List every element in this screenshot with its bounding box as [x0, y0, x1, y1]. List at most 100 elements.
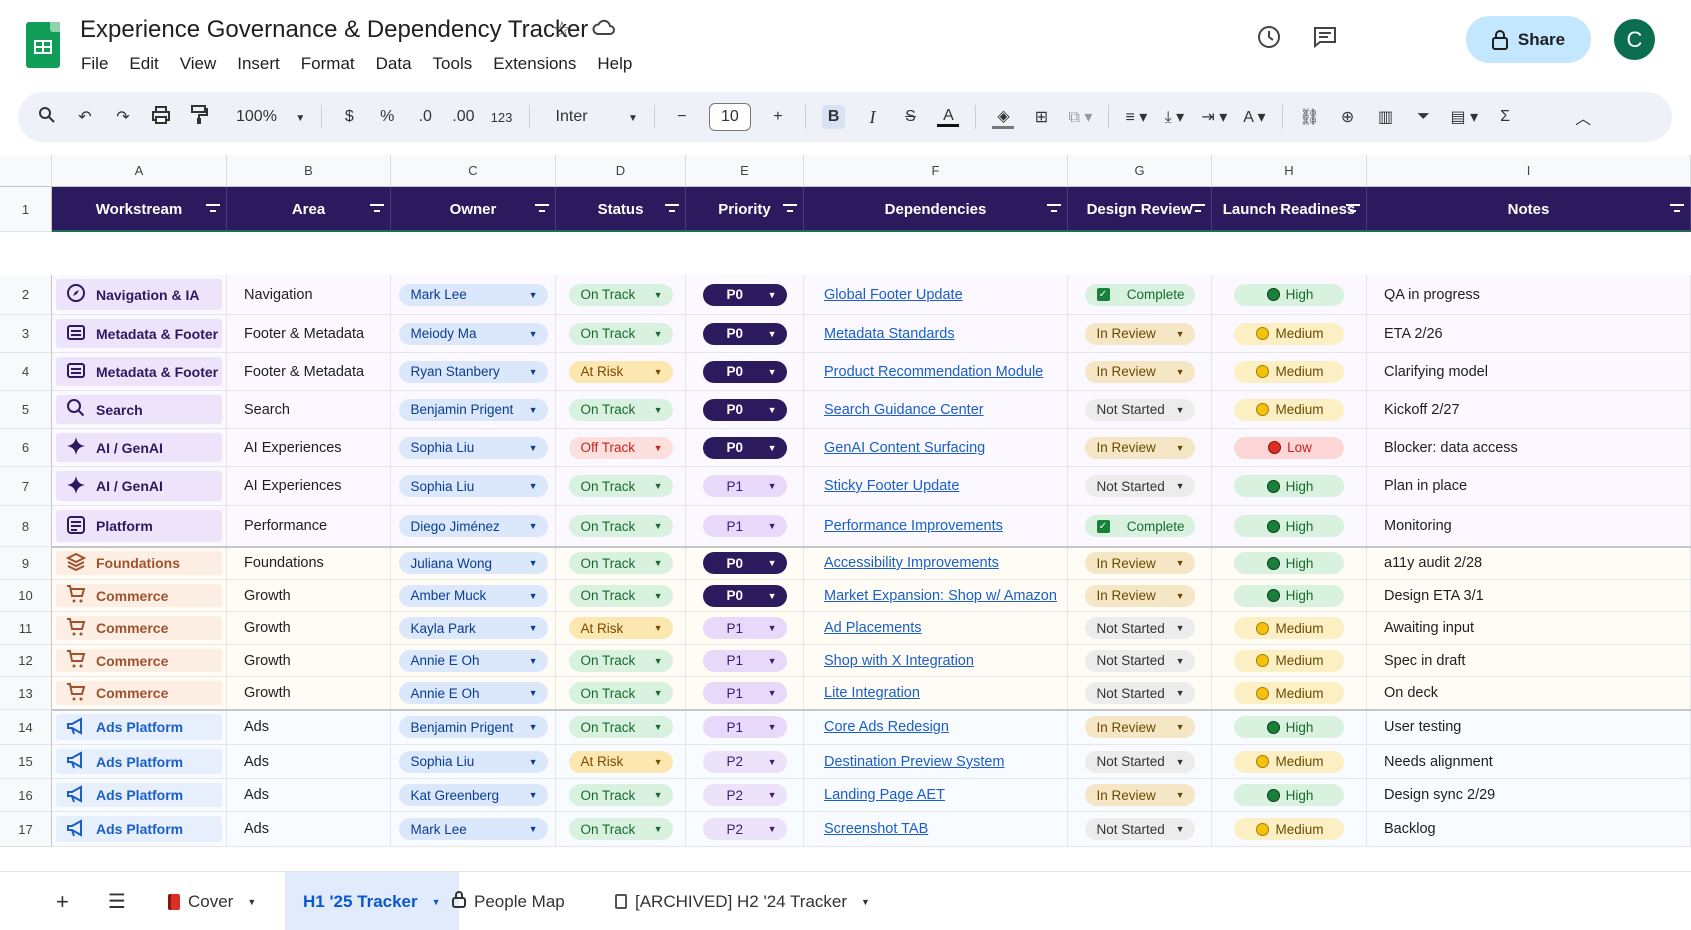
- workstream-pill[interactable]: Search: [56, 395, 222, 424]
- text-color-icon[interactable]: A: [937, 107, 960, 127]
- menu-item-view[interactable]: View: [180, 54, 217, 74]
- strikethrough-icon[interactable]: S: [899, 108, 921, 126]
- filter-icon[interactable]: [1670, 201, 1684, 215]
- status-dropdown[interactable]: On Track ▼: [568, 818, 673, 840]
- launch-readiness-chip[interactable]: Low: [1234, 436, 1344, 459]
- launch-readiness-chip[interactable]: Medium: [1234, 617, 1344, 639]
- status-dropdown[interactable]: On Track ▼: [568, 515, 673, 537]
- menu-item-help[interactable]: Help: [597, 54, 632, 74]
- launch-readiness-chip[interactable]: Medium: [1234, 360, 1344, 383]
- header-cell-area[interactable]: Area: [227, 187, 391, 232]
- filter-icon[interactable]: [783, 201, 797, 215]
- priority-dropdown[interactable]: P2 ▼: [702, 784, 787, 806]
- owner-dropdown[interactable]: Sophia Liu ▼: [398, 750, 548, 773]
- workstream-pill[interactable]: Commerce: [56, 616, 222, 640]
- column-header-b[interactable]: B: [227, 155, 391, 187]
- sheet-tab-1[interactable]: Cover ▼: [168, 872, 256, 930]
- row-header[interactable]: 4: [0, 353, 52, 391]
- priority-dropdown[interactable]: P1 ▼: [702, 617, 787, 639]
- launch-readiness-chip[interactable]: Medium: [1234, 649, 1344, 672]
- row-header[interactable]: 2: [0, 275, 52, 315]
- all-sheets-menu-icon[interactable]: ☰: [108, 872, 126, 930]
- dependency-link[interactable]: Sticky Footer Update: [804, 478, 959, 494]
- dependency-link[interactable]: Core Ads Redesign: [804, 719, 949, 735]
- horizontal-align-icon[interactable]: ≡ ▾: [1125, 107, 1147, 127]
- status-dropdown[interactable]: At Risk ▼: [568, 617, 673, 639]
- priority-dropdown[interactable]: P1 ▼: [702, 515, 787, 537]
- workstream-pill[interactable]: Ads Platform: [56, 816, 222, 842]
- row-header[interactable]: 9: [0, 547, 52, 580]
- priority-dropdown[interactable]: P1 ▼: [702, 716, 787, 738]
- add-sheet-button[interactable]: +: [56, 872, 69, 930]
- cloud-status-icon[interactable]: [592, 17, 616, 43]
- undo-icon[interactable]: ↶: [74, 107, 96, 127]
- workstream-pill[interactable]: Commerce: [56, 649, 222, 672]
- launch-readiness-chip[interactable]: Medium: [1234, 682, 1344, 704]
- header-cell-launch-readiness[interactable]: Launch Readiness: [1212, 187, 1367, 232]
- filter-icon[interactable]: [206, 201, 220, 215]
- filter-icon[interactable]: ⏷: [1413, 108, 1435, 126]
- row-header[interactable]: 8: [0, 506, 52, 547]
- design-review-dropdown[interactable]: Not Started ▼: [1084, 682, 1195, 704]
- launch-readiness-chip[interactable]: High: [1234, 784, 1344, 806]
- column-header-h[interactable]: H: [1212, 155, 1367, 187]
- workstream-pill[interactable]: Platform: [56, 510, 222, 542]
- dependency-link[interactable]: Ad Placements: [804, 620, 922, 636]
- status-dropdown[interactable]: On Track ▼: [568, 552, 673, 574]
- status-dropdown[interactable]: On Track ▼: [568, 784, 673, 806]
- header-cell-design-review[interactable]: Design Review: [1068, 187, 1212, 232]
- priority-dropdown[interactable]: P0 ▼: [702, 360, 787, 383]
- header-cell-status[interactable]: Status: [556, 187, 686, 232]
- percent-format-button[interactable]: %: [376, 108, 398, 126]
- dependency-link[interactable]: Search Guidance Center: [804, 402, 984, 418]
- design-review-dropdown[interactable]: In Review ▼: [1084, 322, 1195, 345]
- status-dropdown[interactable]: On Track ▼: [568, 475, 673, 497]
- dependency-link[interactable]: Shop with X Integration: [804, 653, 974, 669]
- dependency-link[interactable]: Lite Integration: [804, 685, 920, 701]
- header-cell-dependencies[interactable]: Dependencies: [804, 187, 1068, 232]
- priority-dropdown[interactable]: P2 ▼: [702, 818, 787, 840]
- search-menus-icon[interactable]: [36, 106, 58, 129]
- workstream-pill[interactable]: Ads Platform: [56, 749, 222, 774]
- owner-dropdown[interactable]: Annie E Oh ▼: [398, 649, 548, 672]
- redo-icon[interactable]: ↷: [112, 107, 134, 127]
- fill-color-icon[interactable]: ◈: [992, 106, 1015, 129]
- italic-button[interactable]: I: [861, 107, 883, 128]
- row-header[interactable]: 5: [0, 391, 52, 429]
- vertical-align-icon[interactable]: ⤓ ▾: [1163, 107, 1185, 127]
- design-review-dropdown[interactable]: Not Started ▼: [1084, 818, 1195, 840]
- dependency-link[interactable]: Metadata Standards: [804, 326, 955, 342]
- dependency-link[interactable]: Destination Preview System: [804, 754, 1005, 770]
- dependency-link[interactable]: GenAI Content Surfacing: [804, 440, 985, 456]
- priority-dropdown[interactable]: P0 ▼: [702, 436, 787, 459]
- launch-readiness-chip[interactable]: High: [1234, 475, 1344, 497]
- row-header[interactable]: 10: [0, 580, 52, 612]
- priority-dropdown[interactable]: P1 ▼: [702, 649, 787, 672]
- workstream-pill[interactable]: Ads Platform: [56, 783, 222, 807]
- status-dropdown[interactable]: On Track ▼: [568, 649, 673, 672]
- filter-icon[interactable]: [1346, 201, 1360, 215]
- design-review-dropdown[interactable]: ✓ Complete: [1084, 515, 1195, 537]
- owner-dropdown[interactable]: Ryan Stanbery ▼: [398, 360, 548, 383]
- design-review-dropdown[interactable]: Not Started ▼: [1084, 617, 1195, 639]
- dependency-link[interactable]: Screenshot TAB: [804, 821, 928, 837]
- dependency-link[interactable]: Landing Page AET: [804, 787, 945, 803]
- filter-icon[interactable]: [535, 201, 549, 215]
- workstream-pill[interactable]: Metadata & Footer: [56, 357, 222, 386]
- launch-readiness-chip[interactable]: Medium: [1234, 398, 1344, 421]
- dependency-link[interactable]: Accessibility Improvements: [804, 555, 999, 571]
- column-header-f[interactable]: F: [804, 155, 1068, 187]
- workstream-pill[interactable]: Navigation & IA: [56, 279, 222, 310]
- menu-item-tools[interactable]: Tools: [433, 54, 473, 74]
- design-review-dropdown[interactable]: In Review ▼: [1084, 784, 1195, 806]
- comments-icon[interactable]: [1310, 24, 1340, 54]
- header-cell-owner[interactable]: Owner: [391, 187, 556, 232]
- share-button[interactable]: Share: [1466, 16, 1591, 63]
- column-header-d[interactable]: D: [556, 155, 686, 187]
- row-header[interactable]: 16: [0, 779, 52, 812]
- priority-dropdown[interactable]: P2 ▼: [702, 750, 787, 773]
- filter-views-icon[interactable]: ▤ ▾: [1451, 107, 1479, 127]
- row-header[interactable]: 13: [0, 677, 52, 710]
- launch-readiness-chip[interactable]: Medium: [1234, 750, 1344, 773]
- header-cell-priority[interactable]: Priority: [686, 187, 804, 232]
